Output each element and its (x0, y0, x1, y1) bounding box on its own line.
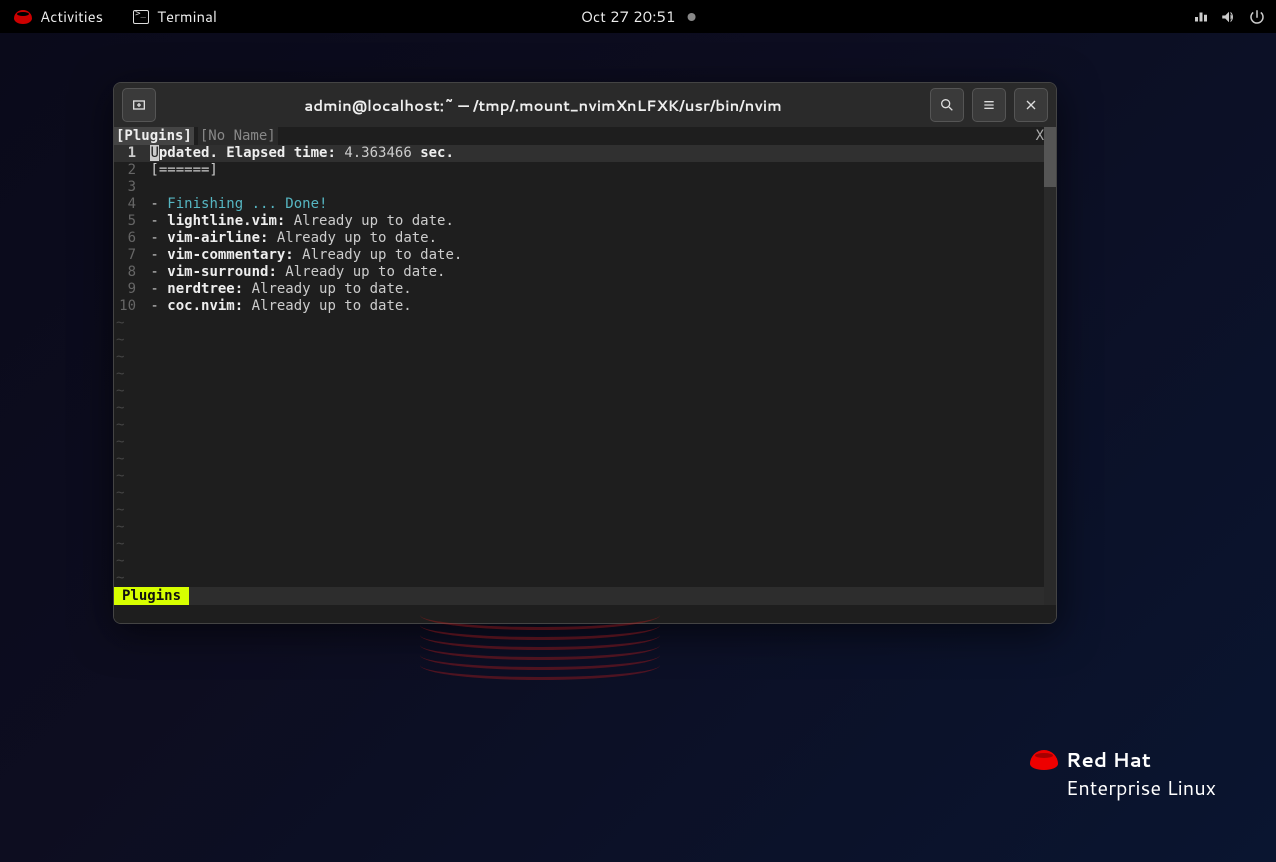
empty-line: ~ (114, 536, 1056, 553)
empty-line: ~ (114, 366, 1056, 383)
power-icon (1248, 8, 1266, 26)
empty-line: ~ (114, 434, 1056, 451)
line-number: 2 (114, 162, 142, 179)
line-number: 1 (114, 145, 142, 162)
watermark-product: Enterprise Linux (1066, 774, 1216, 802)
line-content: Updated. Elapsed time: 4.363466 sec. (142, 145, 454, 162)
titlebar: admin@localhost:~ — /tmp/.mount_nvimXnLF… (114, 83, 1056, 127)
empty-line: ~ (114, 383, 1056, 400)
hamburger-icon (981, 97, 997, 113)
scrollbar-thumb[interactable] (1044, 127, 1056, 187)
empty-line: ~ (114, 485, 1056, 502)
line-content (142, 179, 150, 196)
titlebar-right (930, 88, 1048, 122)
search-button[interactable] (930, 88, 964, 122)
tab-close-x[interactable]: X (1036, 127, 1044, 145)
menu-button[interactable] (972, 88, 1006, 122)
empty-line: ~ (114, 332, 1056, 349)
activities-button[interactable]: Activities (8, 2, 109, 31)
editor-line: 1 Updated. Elapsed time: 4.363466 sec. (114, 145, 1056, 162)
line-number: 7 (114, 247, 142, 264)
desktop-watermark: Red Hat Enterprise Linux (1030, 746, 1216, 802)
line-content: - nerdtree: Already up to date. (142, 281, 412, 298)
close-icon (1023, 97, 1039, 113)
empty-line: ~ (114, 570, 1056, 587)
editor-line: 7 - vim-commentary: Already up to date. (114, 247, 1056, 264)
watermark-brand: Red Hat (1066, 746, 1151, 774)
buffer-tabs: [Plugins] [No Name] X (114, 127, 1056, 145)
volume-icon (1220, 8, 1238, 26)
line-number: 5 (114, 213, 142, 230)
window-title: admin@localhost:~ — /tmp/.mount_nvimXnLF… (164, 95, 922, 116)
line-content: - vim-commentary: Already up to date. (142, 247, 462, 264)
line-content: - vim-airline: Already up to date. (142, 230, 437, 247)
app-menu[interactable]: Terminal (127, 2, 223, 31)
line-number: 4 (114, 196, 142, 213)
terminal-window: admin@localhost:~ — /tmp/.mount_nvimXnLF… (113, 82, 1057, 624)
new-tab-button[interactable] (122, 88, 156, 122)
gnome-topbar: Activities Terminal Oct 27 20:51 (0, 0, 1276, 33)
system-tray[interactable] (1192, 8, 1276, 26)
empty-line: ~ (114, 519, 1056, 536)
command-line[interactable] (114, 605, 1056, 623)
editor-line: 8 - vim-surround: Already up to date. (114, 264, 1056, 281)
editor-line: 3 (114, 179, 1056, 196)
line-content: [======] (142, 162, 218, 179)
empty-line: ~ (114, 315, 1056, 332)
editor-body[interactable]: 1 Updated. Elapsed time: 4.363466 sec.2 … (114, 145, 1056, 587)
line-number: 6 (114, 230, 142, 247)
editor-line: 6 - vim-airline: Already up to date. (114, 230, 1056, 247)
status-mode: Plugins (114, 587, 189, 605)
scrollbar[interactable] (1044, 127, 1056, 605)
terminal-icon (133, 10, 149, 24)
clock-label: Oct 27 20:51 (581, 6, 676, 27)
redhat-icon (14, 10, 32, 24)
line-number: 10 (114, 298, 142, 315)
topbar-left: Activities Terminal (0, 2, 223, 31)
close-button[interactable] (1014, 88, 1048, 122)
line-content: - Finishing ... Done! (142, 196, 327, 213)
activities-label: Activities (40, 6, 103, 27)
editor-line: 10 - coc.nvim: Already up to date. (114, 298, 1056, 315)
editor-line: 2 [======] (114, 162, 1056, 179)
empty-line: ~ (114, 451, 1056, 468)
redhat-logo-icon (1030, 750, 1058, 770)
line-number: 3 (114, 179, 142, 196)
statusline: Plugins (114, 587, 1056, 605)
editor-area[interactable]: [Plugins] [No Name] X 1 Updated. Elapsed… (114, 127, 1056, 623)
empty-line: ~ (114, 400, 1056, 417)
empty-line: ~ (114, 553, 1056, 570)
empty-line: ~ (114, 468, 1056, 485)
network-icon (1192, 8, 1210, 26)
editor-line: 4 - Finishing ... Done! (114, 196, 1056, 213)
line-number: 9 (114, 281, 142, 298)
line-content: - lightline.vim: Already up to date. (142, 213, 454, 230)
line-content: - vim-surround: Already up to date. (142, 264, 445, 281)
editor-line: 9 - nerdtree: Already up to date. (114, 281, 1056, 298)
tab-plugins[interactable]: [Plugins] (114, 127, 194, 145)
line-content: - coc.nvim: Already up to date. (142, 298, 412, 315)
search-icon (939, 97, 955, 113)
topbar-center[interactable]: Oct 27 20:51 (581, 6, 696, 27)
empty-line: ~ (114, 349, 1056, 366)
notification-dot-icon (687, 13, 695, 21)
editor-line: 5 - lightline.vim: Already up to date. (114, 213, 1056, 230)
app-name: Terminal (157, 6, 217, 27)
line-number: 8 (114, 264, 142, 281)
empty-line: ~ (114, 502, 1056, 519)
new-tab-icon (131, 97, 147, 113)
empty-line: ~ (114, 417, 1056, 434)
tab-noname[interactable]: [No Name] (198, 127, 278, 145)
